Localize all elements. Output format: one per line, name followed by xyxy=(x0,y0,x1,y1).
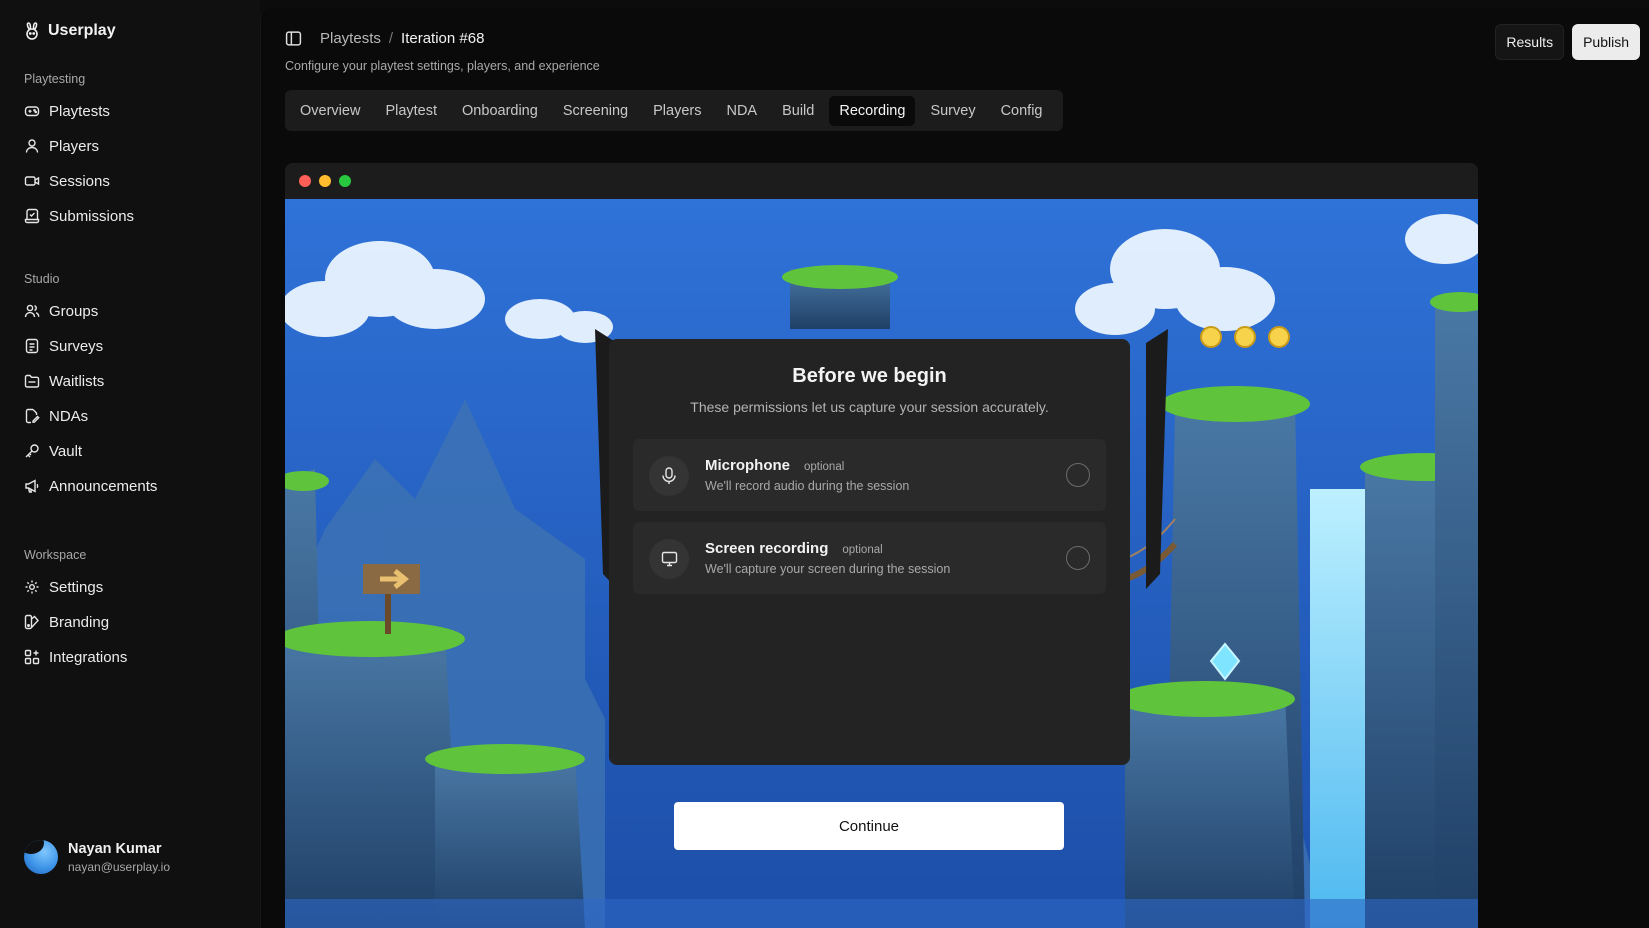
permission-description: We'll record audio during the session xyxy=(705,479,910,493)
maximize-dot[interactable] xyxy=(339,175,351,187)
sidebar-item-label: Submissions xyxy=(49,207,135,225)
sidebar-item-submissions[interactable]: Submissions xyxy=(24,205,134,227)
gamepad-icon xyxy=(24,106,40,117)
breadcrumb: Playtests / Iteration #68 xyxy=(285,30,484,47)
minimize-dot[interactable] xyxy=(319,175,331,187)
sidebar-item-label: Announcements xyxy=(49,477,158,495)
permissions-modal: Before we begin These permissions let us… xyxy=(609,339,1130,765)
sidebar: Userplay Playtesting Playtests Players S… xyxy=(0,0,260,928)
user-email: nayan@userplay.io xyxy=(68,859,171,874)
screen-recording-permission-row[interactable]: Screen recording optional We'll capture y… xyxy=(633,522,1106,594)
file-edit-icon xyxy=(25,408,40,424)
preview-window: Before we begin These permissions let us… xyxy=(285,163,1478,928)
sidebar-toggle-icon[interactable] xyxy=(285,30,302,47)
tab-bar: Overview Playtest Onboarding Screening P… xyxy=(285,90,1063,131)
optional-tag: optional xyxy=(842,544,883,556)
sidebar-item-label: Vault xyxy=(49,442,83,460)
sidebar-item-label: Settings xyxy=(49,578,104,596)
tab-survey[interactable]: Survey xyxy=(920,96,985,126)
sidebar-item-label: Integrations xyxy=(49,648,128,666)
survey-icon xyxy=(25,338,39,354)
breadcrumb-separator: / xyxy=(388,30,394,47)
breadcrumb-playtests[interactable]: Playtests xyxy=(320,30,381,47)
users-icon xyxy=(24,304,40,318)
optional-tag: optional xyxy=(804,461,845,473)
sidebar-item-sessions[interactable]: Sessions xyxy=(24,170,110,192)
header-actions: Results Publish xyxy=(1495,24,1640,60)
user-profile[interactable]: Nayan Kumar nayan@userplay.io xyxy=(24,840,170,874)
modal-title: Before we begin xyxy=(792,365,947,387)
gear-icon xyxy=(25,580,39,594)
main-panel: Playtests / Iteration #68 Configure your… xyxy=(260,8,1649,928)
key-icon xyxy=(25,444,39,458)
microphone-icon xyxy=(649,456,689,496)
branding-icon xyxy=(24,614,39,630)
sidebar-item-label: Surveys xyxy=(49,337,104,355)
close-dot[interactable] xyxy=(299,175,311,187)
sidebar-item-waitlists[interactable]: Waitlists xyxy=(24,370,104,392)
sidebar-item-label: Branding xyxy=(49,613,110,631)
sidebar-item-players[interactable]: Players xyxy=(24,135,99,157)
breadcrumb-current: Iteration #68 xyxy=(401,30,485,47)
app-root: Userplay Playtesting Playtests Players S… xyxy=(0,0,1649,928)
sidebar-item-vault[interactable]: Vault xyxy=(24,440,82,462)
tab-nda[interactable]: NDA xyxy=(716,96,767,126)
tab-config[interactable]: Config xyxy=(991,96,1053,126)
tab-overview[interactable]: Overview xyxy=(290,96,370,126)
user-info: Nayan Kumar nayan@userplay.io xyxy=(68,841,170,874)
sidebar-item-label: Playtests xyxy=(49,102,110,120)
publish-button[interactable]: Publish xyxy=(1572,24,1640,60)
tab-build[interactable]: Build xyxy=(772,96,824,126)
page-subtitle: Configure your playtest settings, player… xyxy=(285,59,600,73)
tab-playtest[interactable]: Playtest xyxy=(375,96,447,126)
sidebar-item-announcements[interactable]: Announcements xyxy=(24,475,157,497)
folder-icon xyxy=(24,374,40,388)
screen-recording-label: Screen recording xyxy=(705,540,829,557)
microphone-radio[interactable] xyxy=(1066,463,1090,487)
sidebar-item-label: Sessions xyxy=(49,172,110,190)
permission-title: Microphone optional xyxy=(705,457,844,474)
sidebar-item-label: Waitlists xyxy=(49,372,105,390)
tab-onboarding[interactable]: Onboarding xyxy=(452,96,548,126)
permission-description: We'll capture your screen during the ses… xyxy=(705,562,951,576)
user-icon xyxy=(25,139,39,153)
sidebar-item-label: Players xyxy=(49,137,100,155)
tab-screening[interactable]: Screening xyxy=(553,96,638,126)
monitor-icon xyxy=(649,539,689,579)
permission-title: Screen recording optional xyxy=(705,540,883,557)
user-name: Nayan Kumar xyxy=(68,840,162,857)
video-icon xyxy=(24,176,40,186)
megaphone-icon xyxy=(25,479,39,493)
game-preview: Before we begin These permissions let us… xyxy=(285,199,1478,928)
section-label-studio: Studio xyxy=(24,272,60,286)
sidebar-item-groups[interactable]: Groups xyxy=(24,300,98,322)
submissions-icon xyxy=(24,208,40,224)
avatar xyxy=(24,840,58,874)
tab-players[interactable]: Players xyxy=(643,96,711,126)
sidebar-item-playtests[interactable]: Playtests xyxy=(24,100,110,122)
microphone-permission-row[interactable]: Microphone optional We'll record audio du… xyxy=(633,439,1106,511)
sidebar-item-branding[interactable]: Branding xyxy=(24,611,109,633)
section-label-playtesting: Playtesting xyxy=(24,72,86,86)
sidebar-item-surveys[interactable]: Surveys xyxy=(24,335,103,357)
tab-recording[interactable]: Recording xyxy=(829,95,916,126)
results-button[interactable]: Results xyxy=(1495,24,1565,60)
grid-plus-icon xyxy=(24,649,40,665)
continue-button[interactable]: Continue xyxy=(674,802,1064,850)
sidebar-item-ndas[interactable]: NDAs xyxy=(24,405,88,427)
microphone-label: Microphone xyxy=(705,457,790,474)
rabbit-logo-icon xyxy=(26,22,38,40)
window-titlebar xyxy=(285,163,1478,199)
brand[interactable]: Userplay xyxy=(24,22,116,40)
screen-recording-radio[interactable] xyxy=(1066,546,1090,570)
modal-subtitle: These permissions let us capture your se… xyxy=(690,399,1049,415)
sidebar-item-label: Groups xyxy=(49,302,99,320)
sidebar-item-settings[interactable]: Settings xyxy=(24,576,103,598)
sidebar-item-integrations[interactable]: Integrations xyxy=(24,646,127,668)
sidebar-item-label: NDAs xyxy=(49,407,89,425)
brand-name: Userplay xyxy=(48,22,116,39)
section-label-workspace: Workspace xyxy=(24,548,87,562)
